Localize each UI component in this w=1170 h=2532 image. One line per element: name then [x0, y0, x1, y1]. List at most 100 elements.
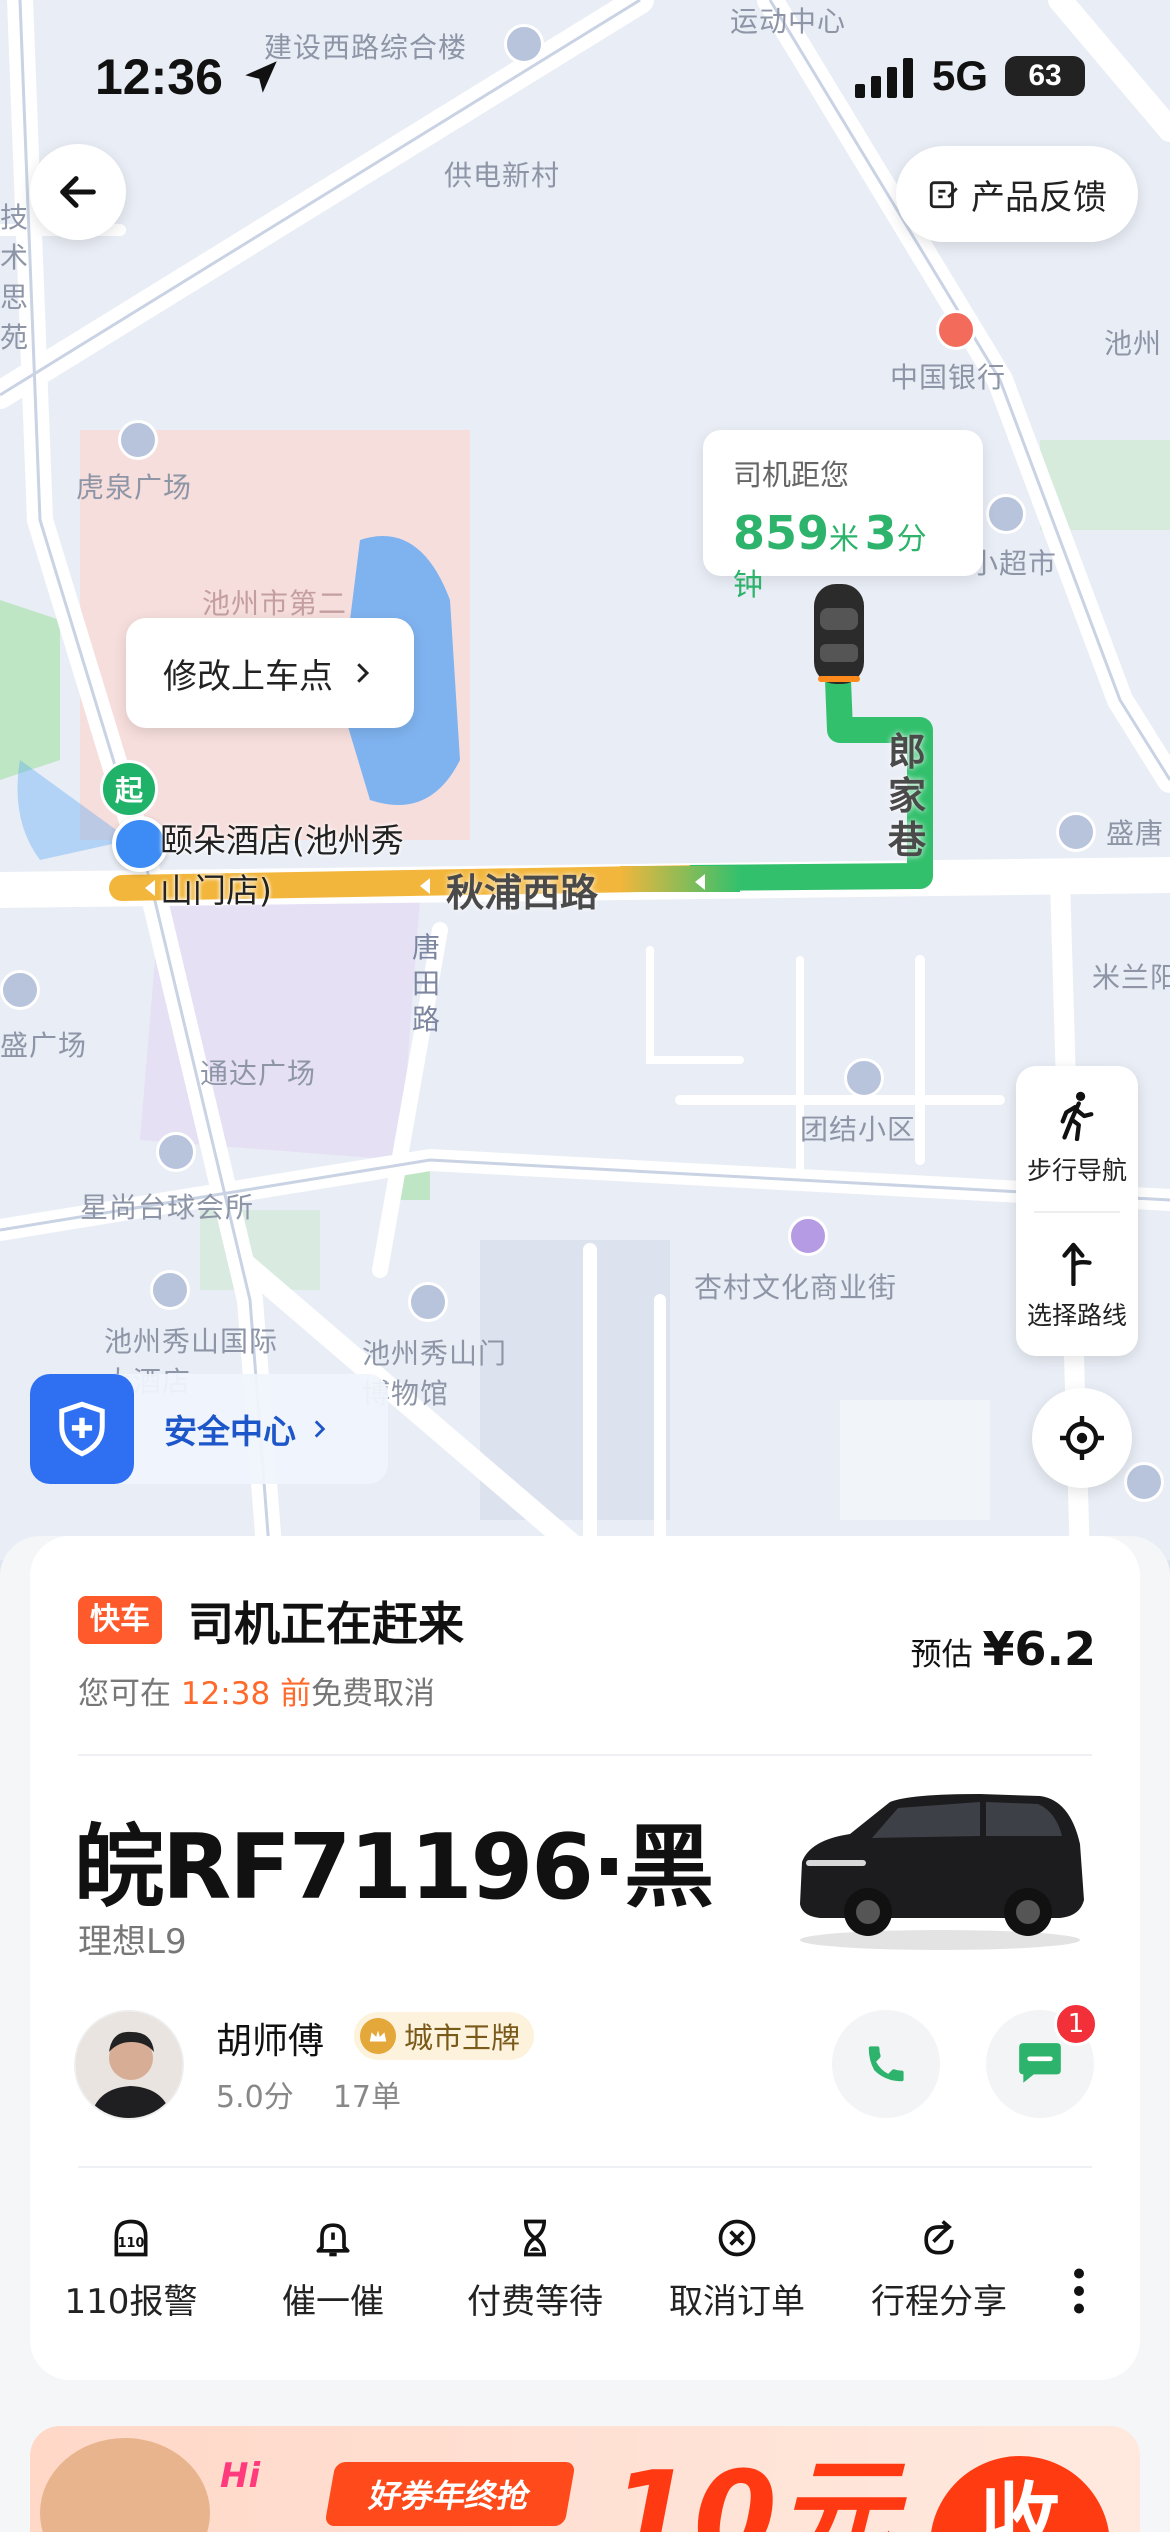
road-label-qiupu: 秋浦西路 — [446, 871, 599, 915]
pickup-location-label: 颐朵酒店(池州秀 山门店) — [160, 816, 404, 916]
order-status-title: 司机正在赶来 — [188, 1597, 464, 1651]
battery-icon: 63 — [1005, 56, 1085, 96]
eta-distance: 859 — [733, 506, 830, 560]
bottom-sheet: 快车 司机正在赶来 您可在 12:38 前免费取消 预估 ¥6.2 皖RF711… — [0, 1536, 1170, 2532]
more-options-icon[interactable] — [1064, 2266, 1094, 2316]
road-label-langjia: 郎家巷 — [888, 730, 927, 862]
eta-title: 司机距您 — [733, 458, 850, 492]
start-marker: 起 — [100, 760, 158, 818]
status-bar: 12:36 5G 63 — [0, 0, 1170, 150]
back-button[interactable] — [30, 144, 126, 240]
hotel-icon — [1124, 1462, 1164, 1502]
walk-nav-button[interactable]: 步行导航 — [1016, 1066, 1138, 1211]
chevron-right-icon — [314, 1420, 326, 1438]
pickup-location-line2: 山门店) — [160, 871, 272, 910]
poi-icon — [118, 420, 158, 460]
walk-nav-label: 步行导航 — [1026, 1155, 1127, 1185]
product-feedback-label: 产品反馈 — [971, 177, 1107, 218]
safety-center-button[interactable]: 安全中心 — [30, 1374, 388, 1484]
chat-icon — [1019, 2043, 1061, 2083]
signal-icon — [855, 58, 913, 98]
cancel-deadline: 12:38 — [180, 1676, 271, 1712]
map-label-milan: 米兰阳 — [1092, 961, 1170, 994]
mascot-image — [40, 2438, 210, 2532]
car-color: ·黑 — [591, 1815, 714, 1920]
action-label: 取消订单 — [669, 2282, 805, 2322]
promo-banner[interactable]: Hi 好券年终抢 10元 收 — [30, 2426, 1140, 2532]
map-label-xingshang: 星尚台球会所 — [80, 1191, 255, 1224]
driver-avatar[interactable] — [74, 2010, 184, 2120]
promo-collect-button[interactable]: 收 — [930, 2456, 1110, 2532]
map-label-chizhou: 池州 — [1104, 327, 1163, 360]
driver-honor-tag: 城市王牌 — [354, 2012, 535, 2060]
poi-icon — [0, 970, 40, 1010]
police-icon: 110 — [114, 2219, 148, 2257]
cancel-suffix: 免费取消 — [311, 1676, 436, 1712]
promo-hi: Hi — [220, 2456, 261, 2496]
hurry-driver-button[interactable]: 催一催 — [232, 2216, 434, 2346]
driver-honor-label: 城市王牌 — [404, 2021, 521, 2055]
map-label-school: 池州市第二 — [202, 587, 348, 620]
estimate-label: 预估 — [910, 1637, 973, 1673]
poi-icon — [844, 1058, 884, 1098]
share-trip-button[interactable]: 行程分享 — [838, 2216, 1040, 2346]
museum-icon — [408, 1282, 448, 1322]
action-label: 行程分享 — [871, 2282, 1007, 2322]
edit-pickup-label: 修改上车点 — [163, 656, 333, 697]
driver-stats: 5.0分 17单 — [216, 2072, 401, 2116]
map-label-shengguangchang: 盛广场 — [0, 1029, 88, 1062]
action-label: 催一催 — [282, 2282, 384, 2322]
edit-icon — [929, 181, 958, 209]
driver-order-count: 17单 — [332, 2080, 401, 2115]
locate-me-button[interactable] — [1032, 1388, 1132, 1488]
action-label: 110报警 — [64, 2282, 198, 2322]
map-side-panel: 步行导航 选择路线 — [1016, 1066, 1138, 1356]
police-110-button[interactable]: 110 110报警 — [30, 2216, 232, 2346]
ride-type-badge: 快车 — [78, 1596, 162, 1644]
network-type: 5G — [932, 52, 989, 99]
estimate-price: 6.2 — [1014, 1622, 1097, 1676]
driver-car-icon — [814, 584, 864, 684]
car-model: 理想L9 — [78, 1922, 187, 1962]
edit-pickup-button[interactable]: 修改上车点 — [126, 618, 414, 728]
hourglass-icon — [524, 2219, 546, 2257]
driver-rating: 5.0分 — [216, 2080, 294, 2115]
paid-wait-button[interactable]: 付费等待 — [434, 2216, 636, 2346]
arrow-left-icon — [60, 176, 96, 208]
chevron-right-icon — [357, 663, 370, 683]
cancel-prefix: 您可在 — [78, 1676, 171, 1712]
order-card: 快车 司机正在赶来 您可在 12:38 前免费取消 预估 ¥6.2 皖RF711… — [30, 1536, 1140, 2380]
map-label-bank: 中国银行 — [890, 361, 1007, 394]
license-plate: 皖RF71196·黑 — [74, 1794, 714, 1924]
driver-name: 胡师傅 — [216, 2021, 325, 2062]
hotel-icon — [150, 1270, 190, 1310]
map-label-xingcun: 杏村文化商业街 — [694, 1271, 898, 1304]
currency-symbol: ¥ — [982, 1622, 1015, 1676]
action-bar: 110 110报警 催一催 付费等待 取消订单 行程分享 — [30, 2216, 1140, 2346]
select-route-label: 选择路线 — [1026, 1300, 1127, 1330]
cancel-order-button[interactable]: 取消订单 — [636, 2216, 838, 2346]
price-estimate[interactable]: 预估 ¥6.2 — [911, 1622, 1096, 1676]
safety-shield-icon — [30, 1374, 134, 1484]
select-route-button[interactable]: 选择路线 — [1016, 1211, 1138, 1356]
safety-center-label: 安全中心 — [164, 1412, 296, 1451]
location-arrow-icon — [245, 61, 277, 93]
cancel-mid: 前 — [280, 1676, 312, 1712]
shop-icon — [986, 494, 1026, 534]
call-driver-button[interactable] — [832, 2010, 940, 2118]
map-label-gongdian: 供电新村 — [444, 159, 561, 192]
bell-icon — [316, 2223, 350, 2257]
share-icon — [924, 2220, 954, 2255]
eta-minutes: 3 — [864, 506, 897, 560]
svg-text:110: 110 — [118, 2236, 145, 2251]
product-feedback-button[interactable]: 产品反馈 — [896, 146, 1138, 242]
message-driver-button[interactable]: 1 — [986, 2002, 1098, 2118]
bank-icon — [936, 310, 976, 350]
map-label-xiaochaoshi: 小超市 — [970, 547, 1058, 580]
driver-eta-card: 司机距您 859米 3分钟 — [703, 430, 983, 603]
shop-icon — [1056, 812, 1096, 852]
walking-icon — [1060, 1091, 1094, 1141]
eta-distance-unit: 米 — [829, 522, 860, 557]
unread-badge: 1 — [1054, 2002, 1098, 2046]
route-fork-icon — [1062, 1242, 1092, 1286]
